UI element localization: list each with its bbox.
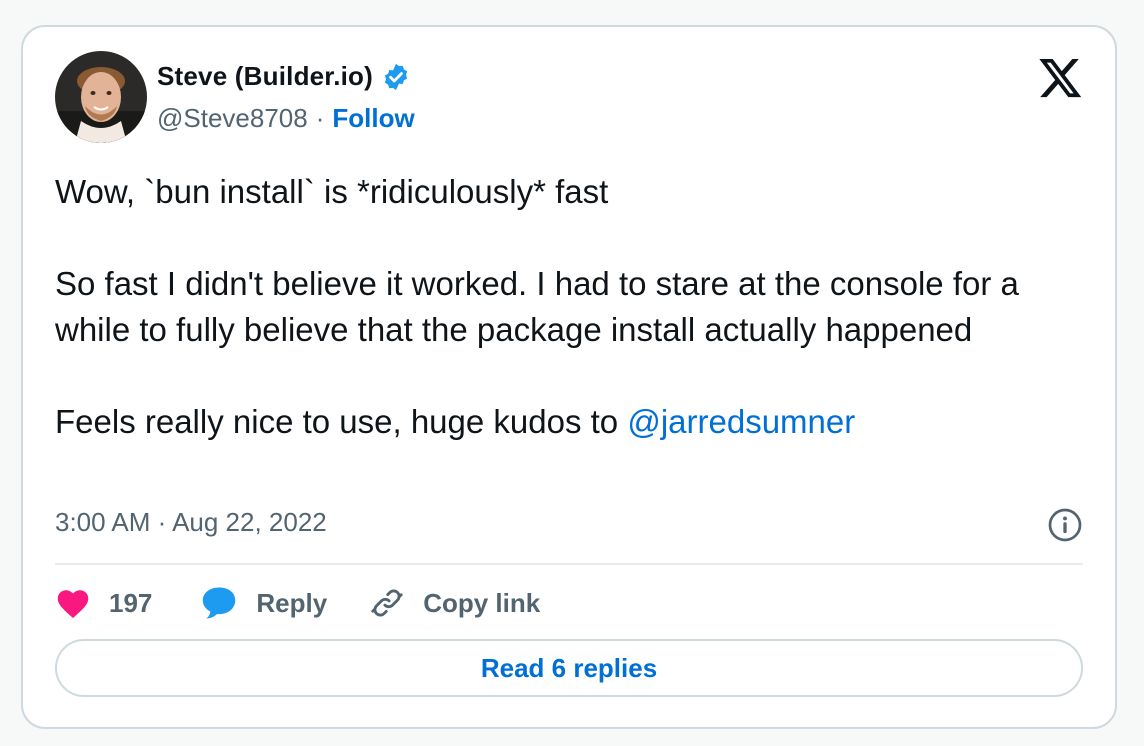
link-icon <box>369 585 405 621</box>
copy-link-label: Copy link <box>423 587 541 618</box>
tweet-line-1: Wow, `bun install` is *ridiculously* fas… <box>55 173 609 210</box>
mention-link[interactable]: @jarredsumner <box>627 403 855 440</box>
tweet-text: Wow, `bun install` is *ridiculously* fas… <box>55 169 1089 445</box>
follow-link[interactable]: Follow <box>332 103 414 134</box>
author-handle[interactable]: @Steve8708 <box>157 103 308 134</box>
like-button[interactable]: 197 <box>55 587 152 619</box>
reply-label: Reply <box>256 587 328 618</box>
divider <box>55 563 1083 565</box>
avatar[interactable] <box>55 51 147 143</box>
author-display-name[interactable]: Steve (Builder.io) <box>157 61 373 92</box>
tweet-line-2: So fast I didn't believe it worked. I ha… <box>55 265 1019 348</box>
author-handle-row: @Steve8708 · Follow <box>157 103 415 134</box>
like-count: 197 <box>109 587 153 618</box>
tweet-timestamp[interactable]: 3:00 AM · Aug 22, 2022 <box>55 507 327 538</box>
tweet-line-3: Feels really nice to use, huge kudos to … <box>55 399 1089 445</box>
verified-badge-icon <box>381 62 411 92</box>
read-replies-button[interactable]: Read 6 replies <box>55 639 1083 697</box>
speech-bubble-icon <box>200 586 238 620</box>
separator-dot: · <box>315 103 325 133</box>
copy-link-button[interactable]: Copy link <box>369 585 540 621</box>
x-logo-icon[interactable] <box>1039 59 1083 99</box>
tweet-line-3-text: Feels really nice to use, huge kudos to <box>55 403 628 440</box>
reply-button[interactable]: Reply <box>200 586 327 620</box>
info-icon[interactable] <box>1047 507 1083 543</box>
tweet-card: Steve (Builder.io) @Steve8708 · Follow W… <box>21 25 1117 729</box>
action-bar: 197 Reply Copy link <box>55 581 540 625</box>
heart-icon <box>55 587 91 619</box>
author-name-row: Steve (Builder.io) <box>157 61 411 92</box>
